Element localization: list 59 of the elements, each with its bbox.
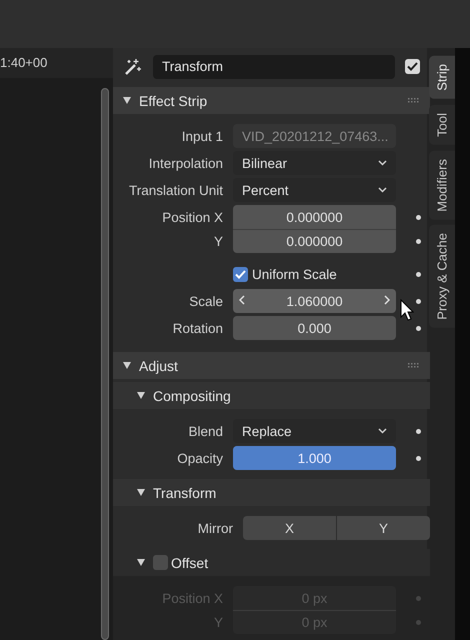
checkbox-label: Uniform Scale	[252, 266, 337, 282]
expand-triangle-icon[interactable]	[123, 97, 131, 104]
dropdown[interactable]: Replace	[233, 419, 396, 443]
magic-wand-icon	[123, 56, 143, 76]
number-field[interactable]: 0.000000	[233, 229, 396, 253]
expand-triangle-icon[interactable]	[137, 392, 145, 399]
toggle-button[interactable]: Y	[337, 516, 430, 540]
expand-triangle-icon[interactable]	[137, 489, 145, 496]
sidebar-tab[interactable]: Modifiers	[429, 150, 455, 220]
timecode: 1:40+00	[0, 54, 48, 70]
field-label: Translation Unit	[128, 182, 223, 198]
sidebar-tab[interactable]: Tool	[429, 104, 455, 145]
subpanel-header[interactable]: Compositing	[113, 382, 430, 409]
field-label: Opacity	[176, 450, 223, 466]
keyframe-dot[interactable]	[416, 272, 420, 276]
input-field[interactable]: VID_20201212_07463...	[233, 124, 396, 148]
field-label: Mirror	[196, 520, 233, 536]
field-label: Y	[212, 234, 223, 248]
scrollbar[interactable]	[101, 88, 109, 640]
slider[interactable]: 1.000	[233, 446, 396, 470]
checkbox[interactable]	[153, 555, 168, 570]
keyframe-dot[interactable]	[416, 456, 420, 460]
checkbox[interactable]	[405, 59, 420, 74]
field-label: Blend	[187, 424, 223, 438]
mouse-cursor-icon	[400, 298, 414, 320]
expand-triangle-icon[interactable]	[137, 559, 145, 566]
chevron-left-icon[interactable]	[239, 295, 245, 305]
drag-handle-icon[interactable]	[408, 98, 420, 103]
toggle-button[interactable]: X	[243, 516, 336, 540]
number-field[interactable]: 1.060000	[233, 289, 396, 313]
keyframe-dot[interactable]	[416, 428, 420, 434]
field-label: Input 1	[180, 128, 223, 144]
keyframe-dot[interactable]	[416, 298, 420, 304]
panel-header[interactable]: Adjust	[113, 352, 430, 379]
field-label: Scale	[188, 294, 223, 308]
keyframe-dot[interactable]	[416, 238, 420, 244]
field-label: Rotation	[172, 320, 223, 336]
sidebar-tab[interactable]: Strip	[429, 56, 455, 99]
chevron-down-icon	[378, 187, 387, 193]
subpanel-header[interactable]: Transform	[113, 479, 430, 506]
chevron-down-icon	[378, 160, 387, 166]
number-field[interactable]: 0.000	[233, 316, 396, 340]
dropdown[interactable]: Bilinear	[233, 151, 396, 175]
expand-triangle-icon[interactable]	[123, 362, 131, 369]
checkbox[interactable]	[233, 266, 248, 282]
strip-name-field[interactable]: Transform	[153, 54, 395, 78]
keyframe-dot[interactable]	[416, 620, 420, 624]
panel-header[interactable]: Effect Strip	[113, 87, 430, 114]
keyframe-dot[interactable]	[416, 326, 420, 330]
field-label: Interpolation	[148, 156, 223, 170]
keyframe-dot[interactable]	[416, 214, 420, 220]
field-label: Position X	[161, 210, 223, 224]
keyframe-dot[interactable]	[416, 596, 420, 600]
chevron-down-icon	[378, 428, 387, 434]
sidebar-tab[interactable]: Proxy & Cache	[429, 225, 455, 328]
chevron-right-icon[interactable]	[384, 295, 390, 305]
dropdown[interactable]: Percent	[233, 178, 396, 202]
drag-handle-icon[interactable]	[408, 363, 420, 368]
number-field[interactable]: 0.000000	[233, 205, 396, 229]
